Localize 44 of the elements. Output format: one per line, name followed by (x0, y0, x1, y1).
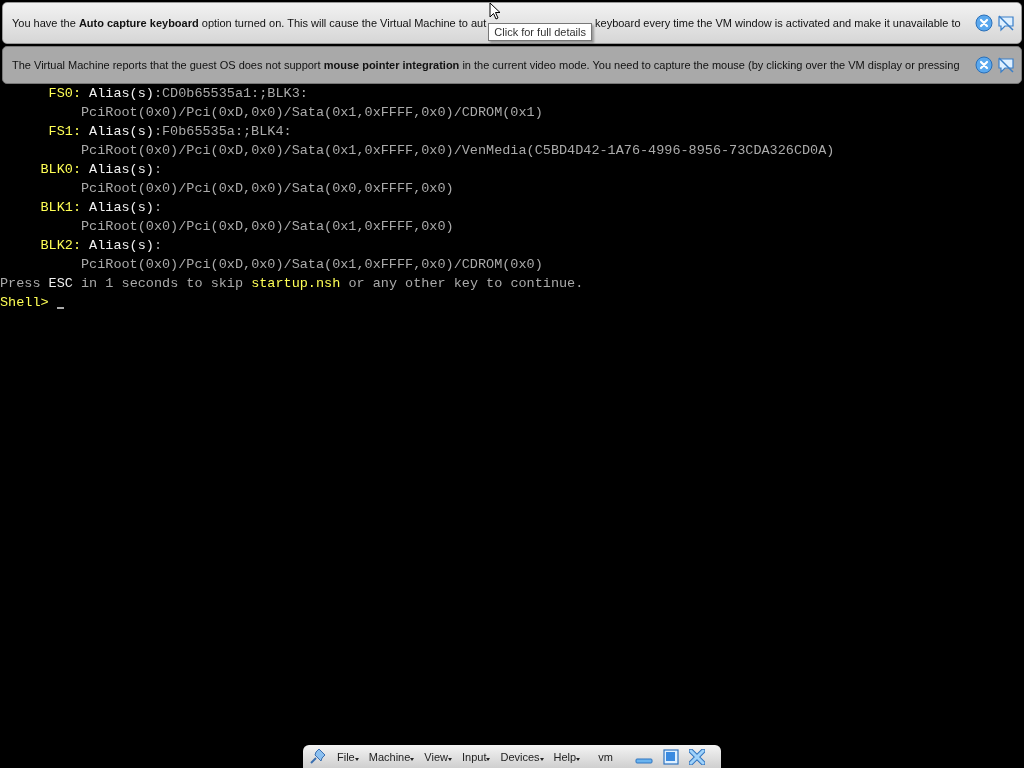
console-text: in 1 seconds to skip (80, 275, 245, 293)
alias-label: Alias(s) (89, 237, 154, 255)
alias-value: : (153, 199, 162, 217)
menu-item[interactable]: Help (553, 750, 581, 763)
alias-value: : (153, 237, 162, 255)
device-label: BLK1: (39, 199, 81, 217)
console-text: startup.nsh (251, 275, 341, 293)
device-path: PciRoot(0x0)/Pci(0xD,0x0)/Sata(0x1,0xFFFF,0x0) (80, 218, 455, 236)
menu-item[interactable]: Input (461, 750, 491, 763)
alias-value: : (153, 161, 162, 179)
notification-banner[interactable]: You have the Auto capture keyboard option turned on. This will cause the Virtual Machine to aut Click for full details keyboard every time the VM window is activated and make it unavailable to (2, 2, 1022, 44)
alias-label: Alias(s) (89, 161, 154, 179)
alias-value: :F0b65535a:;BLK4: (153, 123, 292, 141)
device-label: FS0: (47, 85, 81, 103)
device-path: PciRoot(0x0)/Pci(0xD,0x0)/Sata(0x1,0xFFFF,0x0)/CDROM(0x1) (80, 104, 544, 122)
close-icon[interactable] (975, 14, 993, 32)
device-label: BLK2: (39, 237, 81, 255)
device-label: BLK0: (39, 161, 81, 179)
device-path: PciRoot(0x0)/Pci(0xD,0x0)/Sata(0x0,0xFFFF,0x0) (80, 180, 455, 198)
close-icon[interactable] (688, 748, 705, 765)
menu-item[interactable]: Devices (500, 750, 544, 763)
device-path: PciRoot(0x0)/Pci(0xD,0x0)/Sata(0x1,0xFFFF,0x0)/VenMedia(C5BD4D42-1A76-4996-8956-73CDA326CD0A) (80, 142, 836, 160)
alias-value: :CD0b65535a1:;BLK3: (153, 85, 308, 103)
console-text: ESC (48, 275, 73, 293)
notification-text: You have the Auto capture keyboard option turned on. This will cause the Virtual Machine to aut (12, 17, 487, 29)
text-cursor (56, 307, 64, 309)
console-text: or any other key to continue. (347, 275, 584, 293)
vm-name: vm (598, 750, 613, 763)
menu-item[interactable]: Machine (368, 750, 415, 763)
menu-item[interactable]: View (424, 750, 452, 763)
notification-text: The Virtual Machine reports that the guest OS does not support mouse pointer integration in the current video mode. You need to capture the mouse (by clicking over the VM display or pressing (12, 59, 960, 71)
alias-label: Alias(s) (89, 199, 154, 217)
alias-label: Alias(s) (89, 123, 154, 141)
device-path: PciRoot(0x0)/Pci(0xD,0x0)/Sata(0x1,0xFFFF,0x0)/CDROM(0x0) (80, 256, 544, 274)
shell-prompt: Shell> (0, 294, 49, 312)
menu-item[interactable]: File (337, 750, 359, 763)
mute-balloon-icon[interactable] (997, 14, 1015, 32)
alias-label: Alias(s) (89, 85, 154, 103)
notification-text: keyboard every time the VM window is activated and make it unavailable to (595, 17, 961, 29)
pin-icon[interactable] (309, 748, 327, 765)
restore-icon[interactable] (662, 748, 679, 765)
console-text: Press (0, 275, 42, 293)
device-label: FS1: (47, 123, 81, 141)
tooltip: Click for full details (488, 23, 592, 41)
